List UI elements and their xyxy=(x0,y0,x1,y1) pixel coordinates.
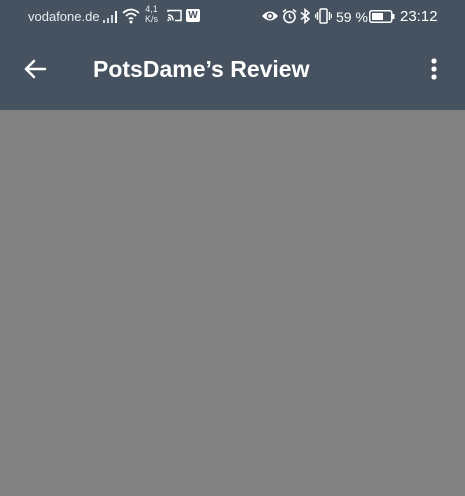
arrow-left-icon xyxy=(24,59,47,79)
vibrate-icon xyxy=(315,8,332,24)
network-speed: 4,1 K/s xyxy=(145,4,158,24)
battery-percentage: 59 % xyxy=(336,9,368,25)
signal-bars-icon xyxy=(103,11,117,23)
cast-icon xyxy=(167,9,182,22)
content-area xyxy=(0,110,465,496)
clock: 23:12 xyxy=(400,8,438,25)
screen: vodafone.de 4,1 K/s W 59 % 23:12 PotsDam… xyxy=(0,0,465,496)
more-vertical-icon xyxy=(431,58,437,80)
bluetooth-icon xyxy=(300,8,310,24)
wifi-icon xyxy=(122,8,140,24)
carrier-name: vodafone.de xyxy=(28,9,100,24)
back-button[interactable] xyxy=(20,54,52,84)
app-bar-edge xyxy=(323,102,465,104)
eye-icon xyxy=(262,11,278,21)
alarm-icon xyxy=(282,8,297,24)
page-title: PotsDame’s Review xyxy=(93,56,310,82)
battery-icon xyxy=(369,10,395,23)
status-bar: vodafone.de 4,1 K/s W 59 % 23:12 xyxy=(0,0,465,34)
network-speed-value: 4,1 xyxy=(145,4,158,14)
network-speed-unit: K/s xyxy=(145,14,159,24)
overflow-menu-button[interactable] xyxy=(423,54,445,84)
w-app-icon: W xyxy=(186,9,200,22)
